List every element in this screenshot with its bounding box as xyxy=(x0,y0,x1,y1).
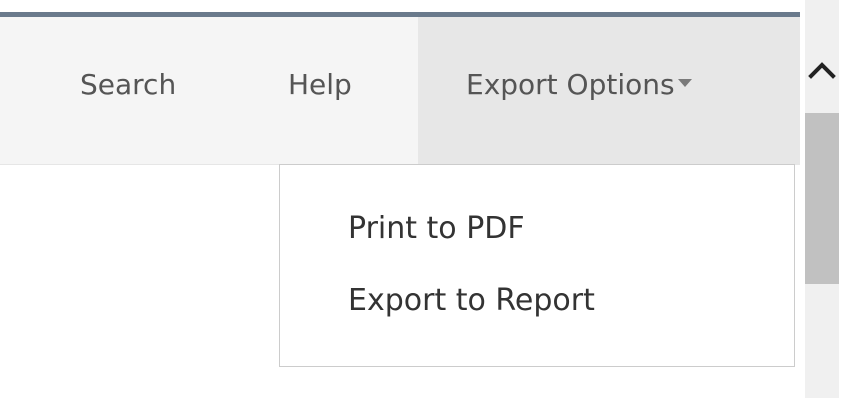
nav-search[interactable]: Search xyxy=(80,17,176,164)
scroll-thumb[interactable] xyxy=(805,113,839,284)
vertical-scrollbar[interactable] xyxy=(800,0,859,398)
nav-help[interactable]: Help xyxy=(288,17,352,164)
page: Search Help Export Options Print to PDF … xyxy=(0,0,859,398)
menu-item-export-to-report[interactable]: Export to Report xyxy=(280,273,794,345)
menu-item-print-to-pdf[interactable]: Print to PDF xyxy=(280,201,794,273)
navbar: Search Help Export Options xyxy=(0,17,800,165)
scroll-up-button[interactable] xyxy=(800,50,844,90)
caret-down-icon xyxy=(677,79,692,87)
nav-export-options[interactable]: Export Options xyxy=(418,17,800,164)
chevron-up-icon xyxy=(808,62,836,79)
export-options-dropdown: Print to PDF Export to Report xyxy=(279,164,795,367)
export-options-label: Export Options xyxy=(466,68,675,101)
